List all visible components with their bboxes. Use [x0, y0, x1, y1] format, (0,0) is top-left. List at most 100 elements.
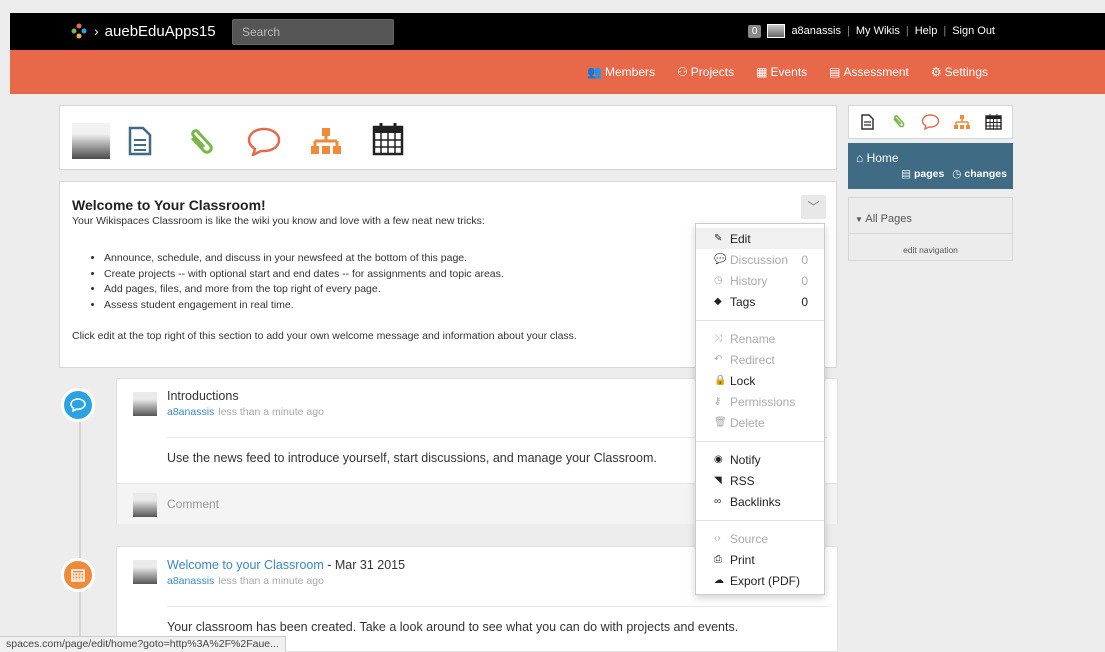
feed-title: Introductions [167, 389, 239, 403]
menu-tags[interactable]: ◆ Tags 0 [696, 291, 824, 312]
main-nav: 👥 Members ⚇ Projects ▦ Events ▤ Assessment ⚙… [10, 50, 1105, 94]
sitemap-icon: ⚇ [677, 65, 688, 79]
users-icon: 👥 [587, 65, 602, 79]
home-icon: ⌂ [856, 151, 864, 165]
nav-assessment[interactable]: ▤ Assessment [829, 65, 909, 79]
comment-input[interactable]: Comment [167, 497, 219, 511]
menu-permissions[interactable]: ⚷ Permissions [696, 391, 824, 412]
calendar-icon [71, 569, 85, 582]
list-item: Add pages, files, and more from the top … [104, 282, 504, 298]
edit-navigation-link[interactable]: edit navigation [849, 245, 1012, 255]
all-pages-box: ▼ All Pages edit navigation [848, 197, 1013, 261]
eye-icon: ◉ [714, 454, 723, 465]
list-item: Create projects -- with optional start a… [104, 267, 504, 283]
nav-members[interactable]: 👥 Members [587, 65, 655, 79]
changes-link[interactable]: ◷ changes [952, 168, 1007, 180]
nav-projects[interactable]: ⚇ Projects [677, 65, 734, 79]
all-pages-toggle[interactable]: ▼ All Pages [855, 213, 912, 225]
avatar[interactable] [133, 560, 157, 584]
home-link[interactable]: ⌂ Home [856, 151, 899, 165]
shuffle-icon: ⤨ [714, 333, 722, 344]
feed-body: Use the news feed to introduce yourself,… [167, 451, 657, 465]
content-toolbar [59, 105, 837, 170]
comments-icon: 💬 [714, 254, 727, 265]
page-actions-menu: ✎ Edit 💬 Discussion 0 ◷ History 0 ◆ Tags 0 ⤨ Ren… [695, 223, 825, 595]
list-item: Announce, schedule, and discuss in your … [104, 251, 504, 267]
projects-icon[interactable] [309, 126, 343, 156]
app-name[interactable]: auebEduApps15 [105, 23, 216, 40]
my-wikis-link[interactable]: My Wikis [856, 25, 900, 37]
cloud-download-icon: ☁ [714, 575, 724, 586]
code-icon: ‹› [714, 533, 721, 544]
welcome-subtitle: Your Wikispaces Classroom is like the wi… [72, 215, 485, 227]
search-input[interactable]: Search [232, 19, 394, 45]
feed-title: Welcome to your Classroom - Mar 31 2015 [167, 558, 406, 572]
chart-icon: ▤ [829, 65, 841, 79]
home-nav[interactable]: ⌂ Home ▤ pages ◷ changes [848, 143, 1013, 189]
paperclip-icon[interactable] [891, 113, 907, 130]
profile-image-button[interactable] [72, 123, 110, 159]
page-icon[interactable] [861, 114, 874, 130]
user-bar: 0 a8anassis | My Wikis | Help | Sign Out [747, 24, 995, 38]
menu-lock[interactable]: 🔒 Lock [696, 370, 824, 391]
discussion-timeline-icon [61, 388, 95, 422]
comment-icon[interactable] [921, 114, 940, 130]
menu-print[interactable]: ⎙ Print [696, 549, 824, 570]
feed-meta: a8anassis less than a minute ago [167, 406, 324, 418]
clock-icon: ◷ [714, 275, 723, 286]
wikispaces-logo-icon [71, 23, 87, 39]
menu-delete[interactable]: 🗑 Delete [696, 412, 824, 433]
feed-body: Your classroom has been created. Take a … [167, 620, 739, 634]
welcome-list: Announce, schedule, and discuss in your … [92, 251, 504, 313]
calendar-icon[interactable] [985, 113, 1002, 130]
sidebar-toolbar [848, 105, 1013, 139]
feed-meta: a8anassis less than a minute ago [167, 575, 324, 587]
clock-icon: ◷ [952, 168, 962, 180]
chevron-down-icon: ﹀ [807, 200, 820, 214]
paperclip-icon[interactable] [186, 126, 218, 158]
menu-rss[interactable]: ◥ RSS [696, 470, 824, 491]
menu-discussion[interactable]: 💬 Discussion 0 [696, 249, 824, 270]
projects-icon[interactable] [953, 114, 971, 130]
menu-export-pdf[interactable]: ☁ Export (PDF) [696, 570, 824, 591]
welcome-title: Welcome to Your Classroom! [72, 197, 266, 213]
breadcrumb-arrow-icon: › [94, 23, 99, 39]
nav-events[interactable]: ▦ Events [756, 65, 807, 79]
link-icon: ∞ [714, 496, 722, 507]
timeline-line [79, 410, 81, 652]
menu-source[interactable]: ‹› Source [696, 528, 824, 549]
feed-title-link[interactable]: Welcome to your Classroom [167, 558, 324, 572]
avatar [133, 493, 157, 517]
print-icon: ⎙ [714, 554, 722, 565]
section-menu-button[interactable]: ﹀ [801, 195, 826, 219]
welcome-footer: Click edit at the top right of this sect… [72, 330, 577, 342]
reply-icon: ↶ [714, 354, 723, 365]
notification-badge[interactable]: 0 [747, 24, 762, 38]
sign-out-link[interactable]: Sign Out [952, 25, 995, 37]
menu-history[interactable]: ◷ History 0 [696, 270, 824, 291]
tag-icon: ◆ [714, 296, 722, 307]
help-link[interactable]: Help [915, 25, 938, 37]
nav-settings[interactable]: ⚙ Settings [931, 65, 988, 79]
avatar[interactable] [767, 24, 786, 38]
key-icon: ⚷ [714, 396, 722, 407]
app-brand[interactable]: › auebEduApps15 [70, 22, 216, 40]
menu-backlinks[interactable]: ∞ Backlinks [696, 491, 824, 512]
calendar-icon[interactable] [372, 122, 404, 156]
caret-down-icon: ▼ [855, 215, 863, 224]
event-timeline-icon [61, 558, 95, 592]
menu-edit[interactable]: ✎ Edit [696, 228, 824, 249]
page-icon: ▤ [901, 168, 912, 180]
pages-link[interactable]: ▤ pages [901, 168, 944, 180]
page-icon[interactable] [128, 126, 152, 156]
menu-redirect[interactable]: ↶ Redirect [696, 349, 824, 370]
menu-rename[interactable]: ⤨ Rename [696, 328, 824, 349]
username-link[interactable]: a8anassis [791, 25, 841, 37]
status-url: spaces.com/page/edit/home?goto=http%3A%2… [0, 636, 286, 652]
comment-icon[interactable] [246, 126, 282, 156]
feed-user-link[interactable]: a8anassis [167, 575, 214, 587]
feed-user-link[interactable]: a8anassis [167, 406, 214, 418]
menu-notify[interactable]: ◉ Notify [696, 449, 824, 470]
avatar[interactable] [133, 392, 157, 416]
gear-icon: ⚙ [930, 65, 942, 79]
